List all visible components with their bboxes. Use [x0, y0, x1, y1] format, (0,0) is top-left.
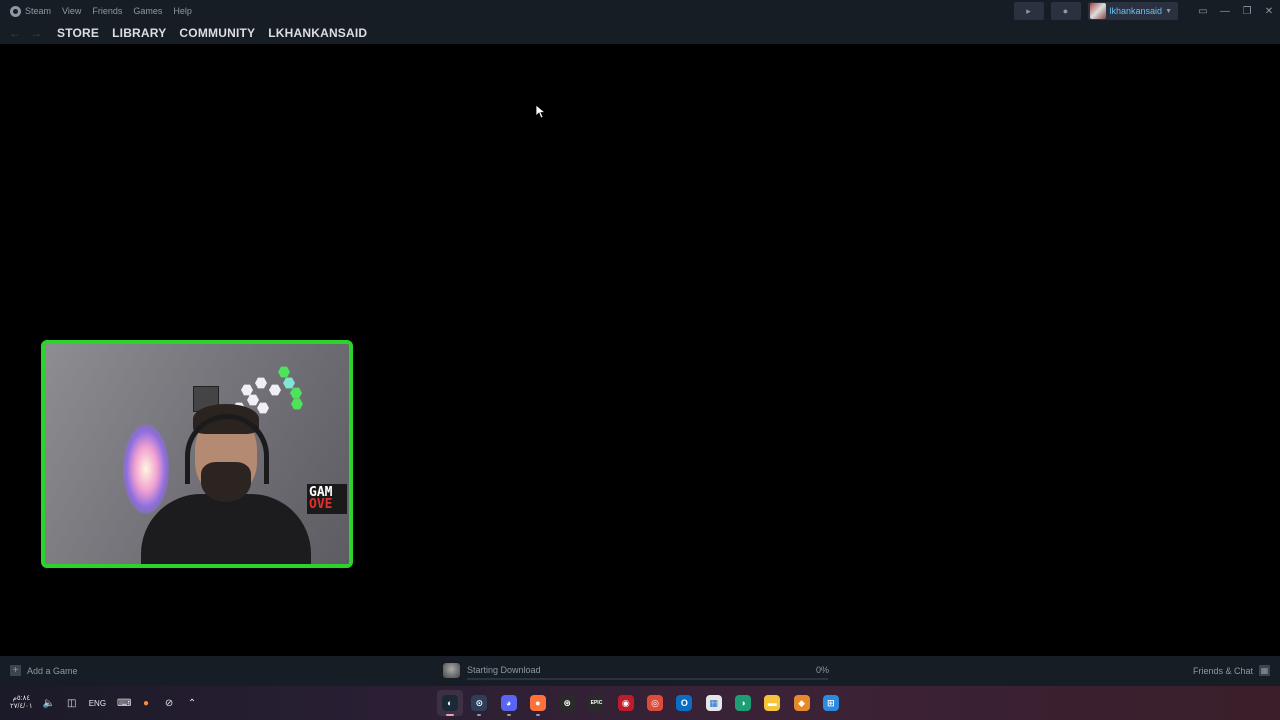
taskbar-app-discord[interactable]: ◕	[496, 690, 522, 716]
maximize-icon: ❐	[1242, 5, 1252, 17]
clock-date: ٢٧/٤/٠١	[10, 703, 33, 710]
forward-arrow-icon[interactable]: →	[30, 26, 42, 40]
menu-view[interactable]: View	[62, 6, 81, 16]
plus-icon: +	[10, 665, 21, 676]
taskbar-app-outlook[interactable]: O	[671, 690, 697, 716]
steam-status-bar: + Add a Game Starting Download 0% Friend…	[0, 656, 1280, 686]
taskbar-apps: ◐ ⊙ ◕ ● ⊛ EPIC ◉ ◎ O ▦ ◑ ▬ ◆ ⊞	[437, 690, 847, 716]
language-indicator[interactable]: ENG	[89, 699, 106, 708]
download-progress-bar	[467, 678, 828, 680]
account-name: lkhankansaid	[1109, 6, 1163, 16]
friends-chat-button[interactable]: Friends & Chat ▦	[1193, 665, 1270, 676]
windows-taskbar: ٥:٨٤م ٢٧/٤/٠١ 🔈 ◫ ENG ⌨ ● ⊘ ⌃ ◐ ⊙ ◕ ● ⊛ EPIC ◉…	[0, 686, 1280, 720]
taskbar-app-firefox[interactable]: ●	[525, 690, 551, 716]
minimize-button[interactable]: —	[1214, 0, 1236, 22]
clock-time: ٥:٨٤م	[12, 695, 31, 702]
taskbar-app-opera[interactable]: ◉	[613, 690, 639, 716]
bell-icon: ●	[1062, 6, 1069, 16]
webcam-overlay: GAM OVE	[41, 340, 353, 568]
menu-steam[interactable]: Steam	[25, 6, 51, 16]
chevron-up-icon[interactable]: ⌃	[186, 698, 198, 709]
top-right-controls: ▸ ● lkhankansaid ▼ ▭ — ❐ ✕	[1013, 0, 1280, 22]
taskbar-app-epic[interactable]: EPIC	[583, 690, 609, 716]
steam-nav-bar: ← → STORE LIBRARY COMMUNITY LKHANKANSAID	[0, 22, 1280, 44]
copilot-icon: ◆	[793, 695, 810, 711]
nav-store[interactable]: STORE	[57, 26, 99, 40]
clock[interactable]: ٥:٨٤م ٢٧/٤/٠١	[10, 695, 33, 711]
menu-help[interactable]: Help	[173, 6, 192, 16]
menu-friends[interactable]: Friends	[92, 6, 122, 16]
big-picture-button[interactable]: ▭	[1192, 0, 1214, 22]
discord-icon: ◕	[500, 695, 517, 711]
nav-community[interactable]: COMMUNITY	[179, 26, 255, 40]
taskbar-app-edge[interactable]: ◑	[730, 690, 756, 716]
add-game-label: Add a Game	[27, 665, 78, 676]
friends-chat-label: Friends & Chat	[1192, 665, 1253, 676]
minimize-icon: —	[1220, 5, 1230, 17]
game-over-sign: GAM OVE	[307, 484, 347, 514]
nav-profile[interactable]: LKHANKANSAID	[268, 26, 367, 40]
close-button[interactable]: ✕	[1258, 0, 1280, 22]
menu-games[interactable]: Games	[133, 6, 162, 16]
taskbar-app-xbox[interactable]: ⊛	[554, 690, 580, 716]
steam-menu-bar: Steam View Friends Games Help ▸ ● lkhank…	[0, 0, 1280, 22]
maximize-button[interactable]: ❐	[1236, 0, 1258, 22]
download-game-thumbnail[interactable]	[443, 663, 460, 678]
chevron-down-icon: ▼	[1165, 7, 1172, 15]
nav-library[interactable]: LIBRARY	[112, 26, 166, 40]
chat-icon: ▦	[1259, 665, 1270, 676]
windows-icon: ⊞	[822, 695, 839, 711]
avatar	[1089, 3, 1106, 19]
xbox-icon: ⊛	[559, 695, 576, 711]
taskbar-app-copilot[interactable]: ◆	[789, 690, 815, 716]
explorer-icon: ▬	[764, 695, 781, 711]
webcam-rgb-light	[123, 424, 169, 514]
download-status-label[interactable]: Starting Download	[467, 665, 541, 675]
steam-icon: ◐	[442, 695, 458, 711]
add-game-button[interactable]: + Add a Game	[10, 665, 78, 676]
notifications-button[interactable]: ●	[1050, 2, 1081, 20]
controller-icon: ⊙	[471, 695, 488, 711]
taskbar-app-steam[interactable]: ◐	[437, 690, 463, 716]
steam-logo-icon[interactable]	[10, 5, 21, 17]
download-percent: 0%	[816, 665, 830, 675]
display-icon[interactable]: ◫	[66, 698, 78, 709]
taskbar-app-explorer[interactable]: ▬	[759, 690, 785, 716]
store-icon: ▦	[705, 695, 722, 711]
big-picture-icon: ▭	[1198, 5, 1208, 17]
megaphone-icon: ▸	[1026, 5, 1031, 16]
taskbar-app-store[interactable]: ▦	[701, 690, 727, 716]
firefox-icon: ●	[529, 695, 546, 711]
network-off-icon[interactable]: ⊘	[163, 698, 175, 709]
volume-icon[interactable]: 🔈	[43, 698, 55, 709]
account-menu[interactable]: lkhankansaid ▼	[1087, 2, 1178, 20]
chrome-icon: ◎	[647, 695, 664, 711]
edge-icon: ◑	[734, 695, 751, 711]
webcam-person-body	[141, 494, 311, 564]
sign-line-2: OVE	[309, 497, 333, 512]
system-tray: ٥:٨٤م ٢٧/٤/٠١ 🔈 ◫ ENG ⌨ ● ⊘ ⌃	[10, 686, 209, 720]
taskbar-app-windows[interactable]: ⊞	[818, 690, 844, 716]
keyboard-icon[interactable]: ⌨	[117, 698, 131, 709]
opera-icon: ◉	[617, 695, 634, 711]
announcements-button[interactable]: ▸	[1013, 2, 1044, 20]
epic-icon: EPIC	[588, 695, 605, 711]
taskbar-app-controller[interactable]: ⊙	[466, 690, 492, 716]
outlook-icon: O	[676, 695, 693, 711]
close-icon: ✕	[1264, 5, 1274, 17]
taskbar-app-chrome[interactable]: ◎	[642, 690, 668, 716]
back-arrow-icon[interactable]: ←	[9, 26, 21, 40]
microphone-icon[interactable]: ●	[140, 698, 152, 709]
